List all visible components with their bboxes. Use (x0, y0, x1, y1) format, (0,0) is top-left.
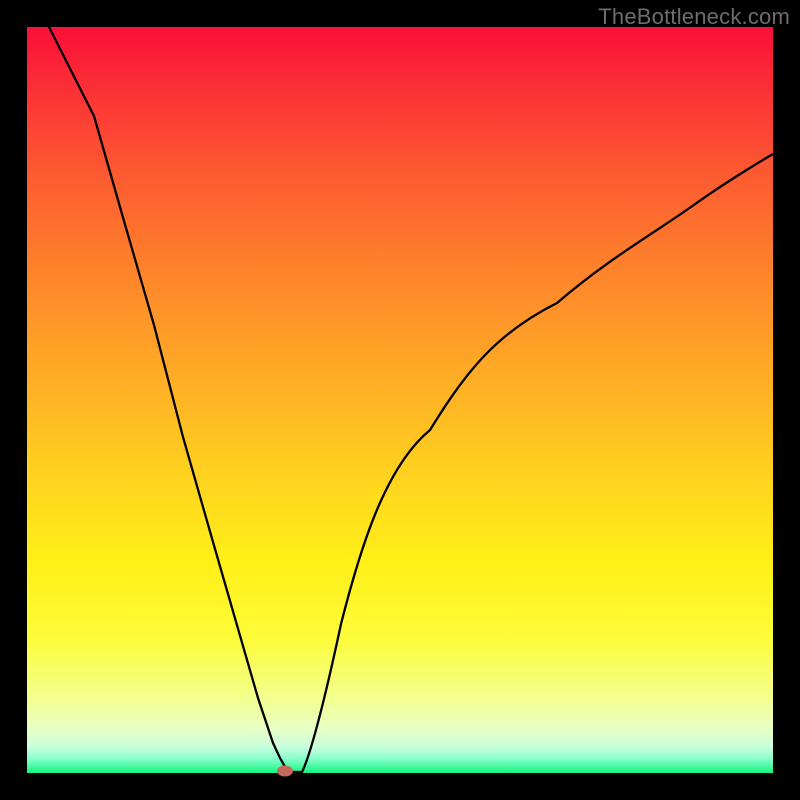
chart-frame: TheBottleneck.com (0, 0, 800, 800)
watermark-text: TheBottleneck.com (598, 4, 790, 30)
bottleneck-curve (27, 27, 773, 773)
curve-left-branch (49, 27, 302, 772)
optimum-marker (277, 766, 293, 777)
plot-area (27, 27, 773, 773)
curve-right-branch (302, 154, 773, 772)
